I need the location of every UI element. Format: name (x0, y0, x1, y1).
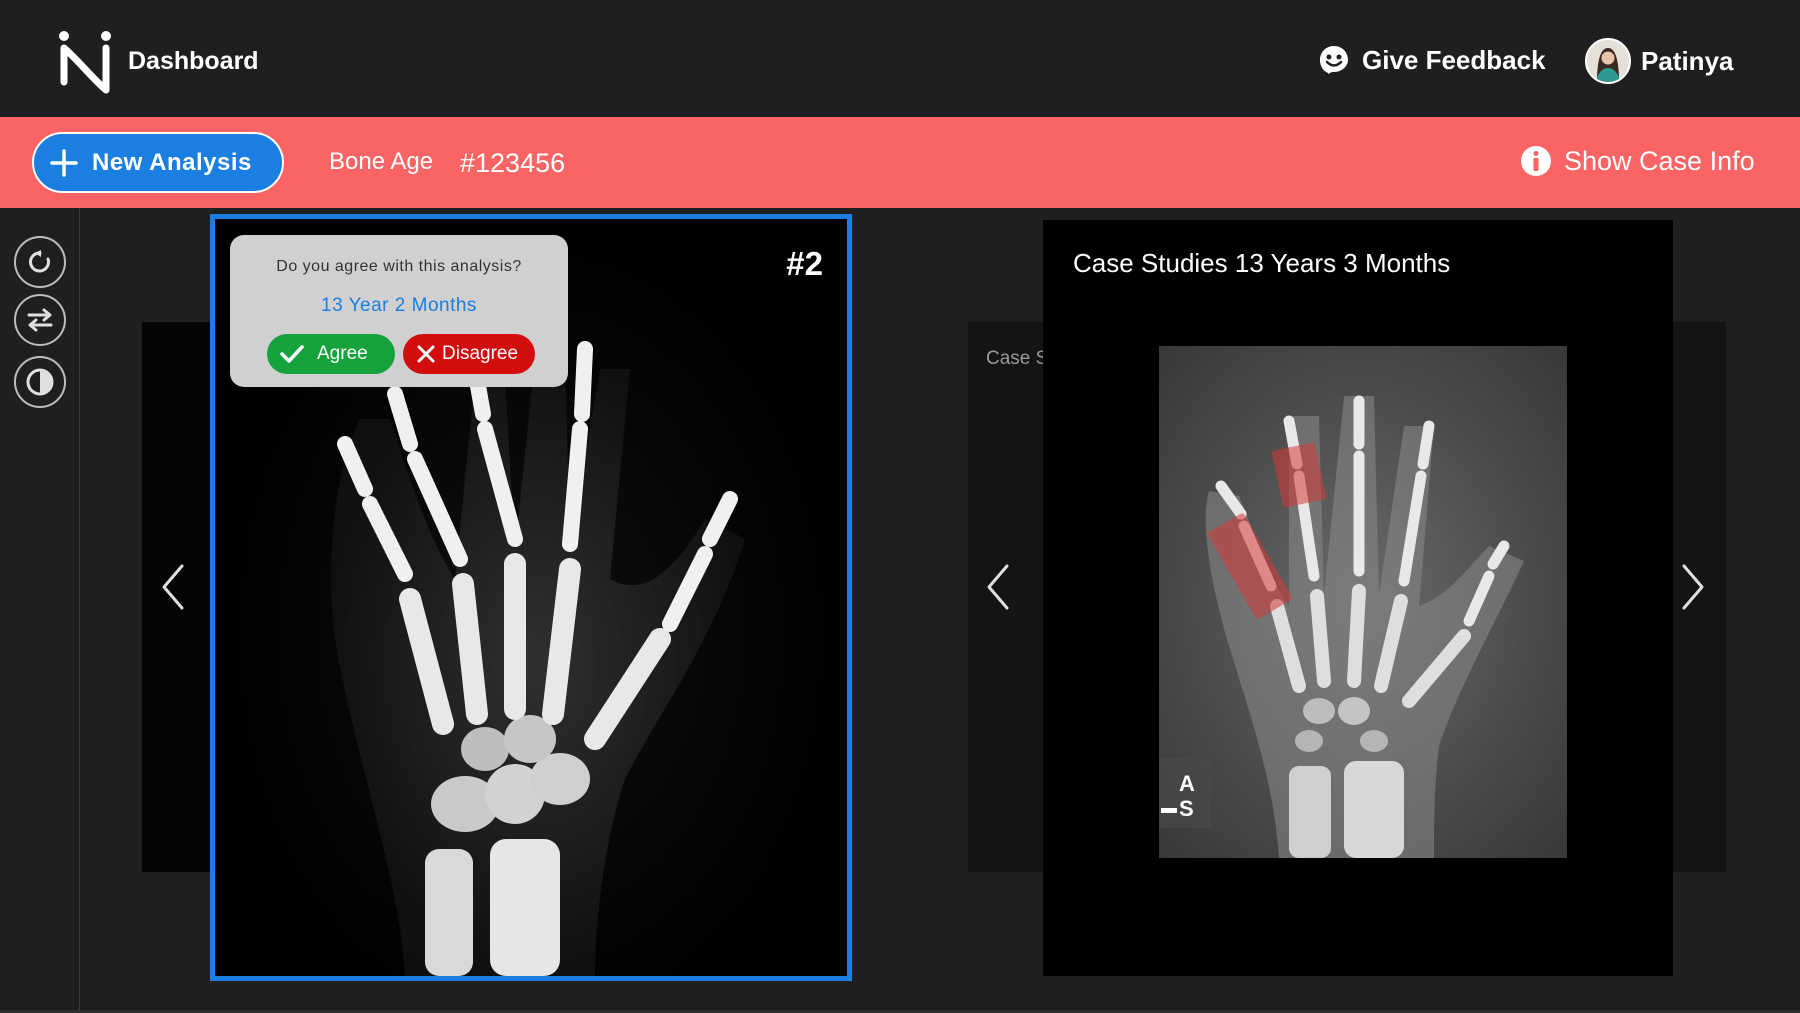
info-icon (1521, 146, 1551, 176)
disagree-label: Disagree (442, 343, 519, 364)
agreement-question: Do you agree with this analysis? (276, 258, 522, 275)
user-menu[interactable]: Patinya (1585, 38, 1734, 84)
case-study-peek-title: Case S (986, 348, 1049, 369)
give-feedback-button[interactable]: Give Feedback (1318, 40, 1546, 80)
feedback-smiley-icon (1320, 46, 1348, 74)
case-study-title: Case Studies 13 Years 3 Months (1073, 248, 1451, 278)
show-case-info-label: Show Case Info (1564, 145, 1755, 176)
swap-icon (27, 308, 53, 332)
agree-label: Agree (317, 343, 368, 364)
feedback-label: Give Feedback (1362, 44, 1546, 75)
case-study-image: A S (1159, 346, 1567, 858)
previous-arrow-icon[interactable] (158, 562, 188, 612)
disagree-button[interactable]: Disagree (403, 334, 535, 374)
case-id: #123456 (460, 148, 566, 178)
marker-letter-top: A (1179, 771, 1195, 796)
case-previous-arrow-icon[interactable] (983, 562, 1013, 612)
contrast-button[interactable] (14, 356, 66, 408)
avatar (1585, 38, 1631, 84)
plus-icon (50, 148, 78, 177)
reset-icon (29, 250, 50, 273)
reference-hand-xray: A S (1159, 395, 1524, 858)
case-type: Bone Age (329, 148, 434, 175)
show-case-info-button[interactable]: Show Case Info (1520, 145, 1755, 177)
close-icon (417, 345, 435, 363)
analysis-value: 13 Year 2 Months (321, 295, 477, 316)
new-analysis-label: New Analysis (92, 148, 252, 176)
check-icon (280, 345, 304, 363)
analysis-agreement-popup: Do you agree with this analysis? 13 Year… (230, 235, 568, 387)
app-window: Dashboard Give Feedback Patinya New Anal… (0, 0, 1800, 1013)
case-bar: New Analysis Bone Age #123456 Show Case … (0, 117, 1800, 208)
agree-button[interactable]: Agree (267, 334, 395, 374)
case-study-card[interactable]: Case Studies 13 Years 3 Months A S (1043, 220, 1673, 976)
page-title: Dashboard (128, 47, 259, 75)
reset-button[interactable] (14, 236, 66, 288)
contrast-icon (26, 368, 54, 396)
marker-letter-bottom: S (1179, 796, 1194, 821)
top-bar: Dashboard Give Feedback Patinya (0, 0, 1800, 117)
user-name: Patinya (1641, 45, 1734, 76)
swap-button[interactable] (14, 294, 66, 346)
tool-sidebar (0, 208, 80, 1013)
new-analysis-button[interactable]: New Analysis (32, 132, 284, 193)
case-next-arrow-icon[interactable] (1678, 562, 1708, 612)
app-logo[interactable] (58, 30, 114, 94)
